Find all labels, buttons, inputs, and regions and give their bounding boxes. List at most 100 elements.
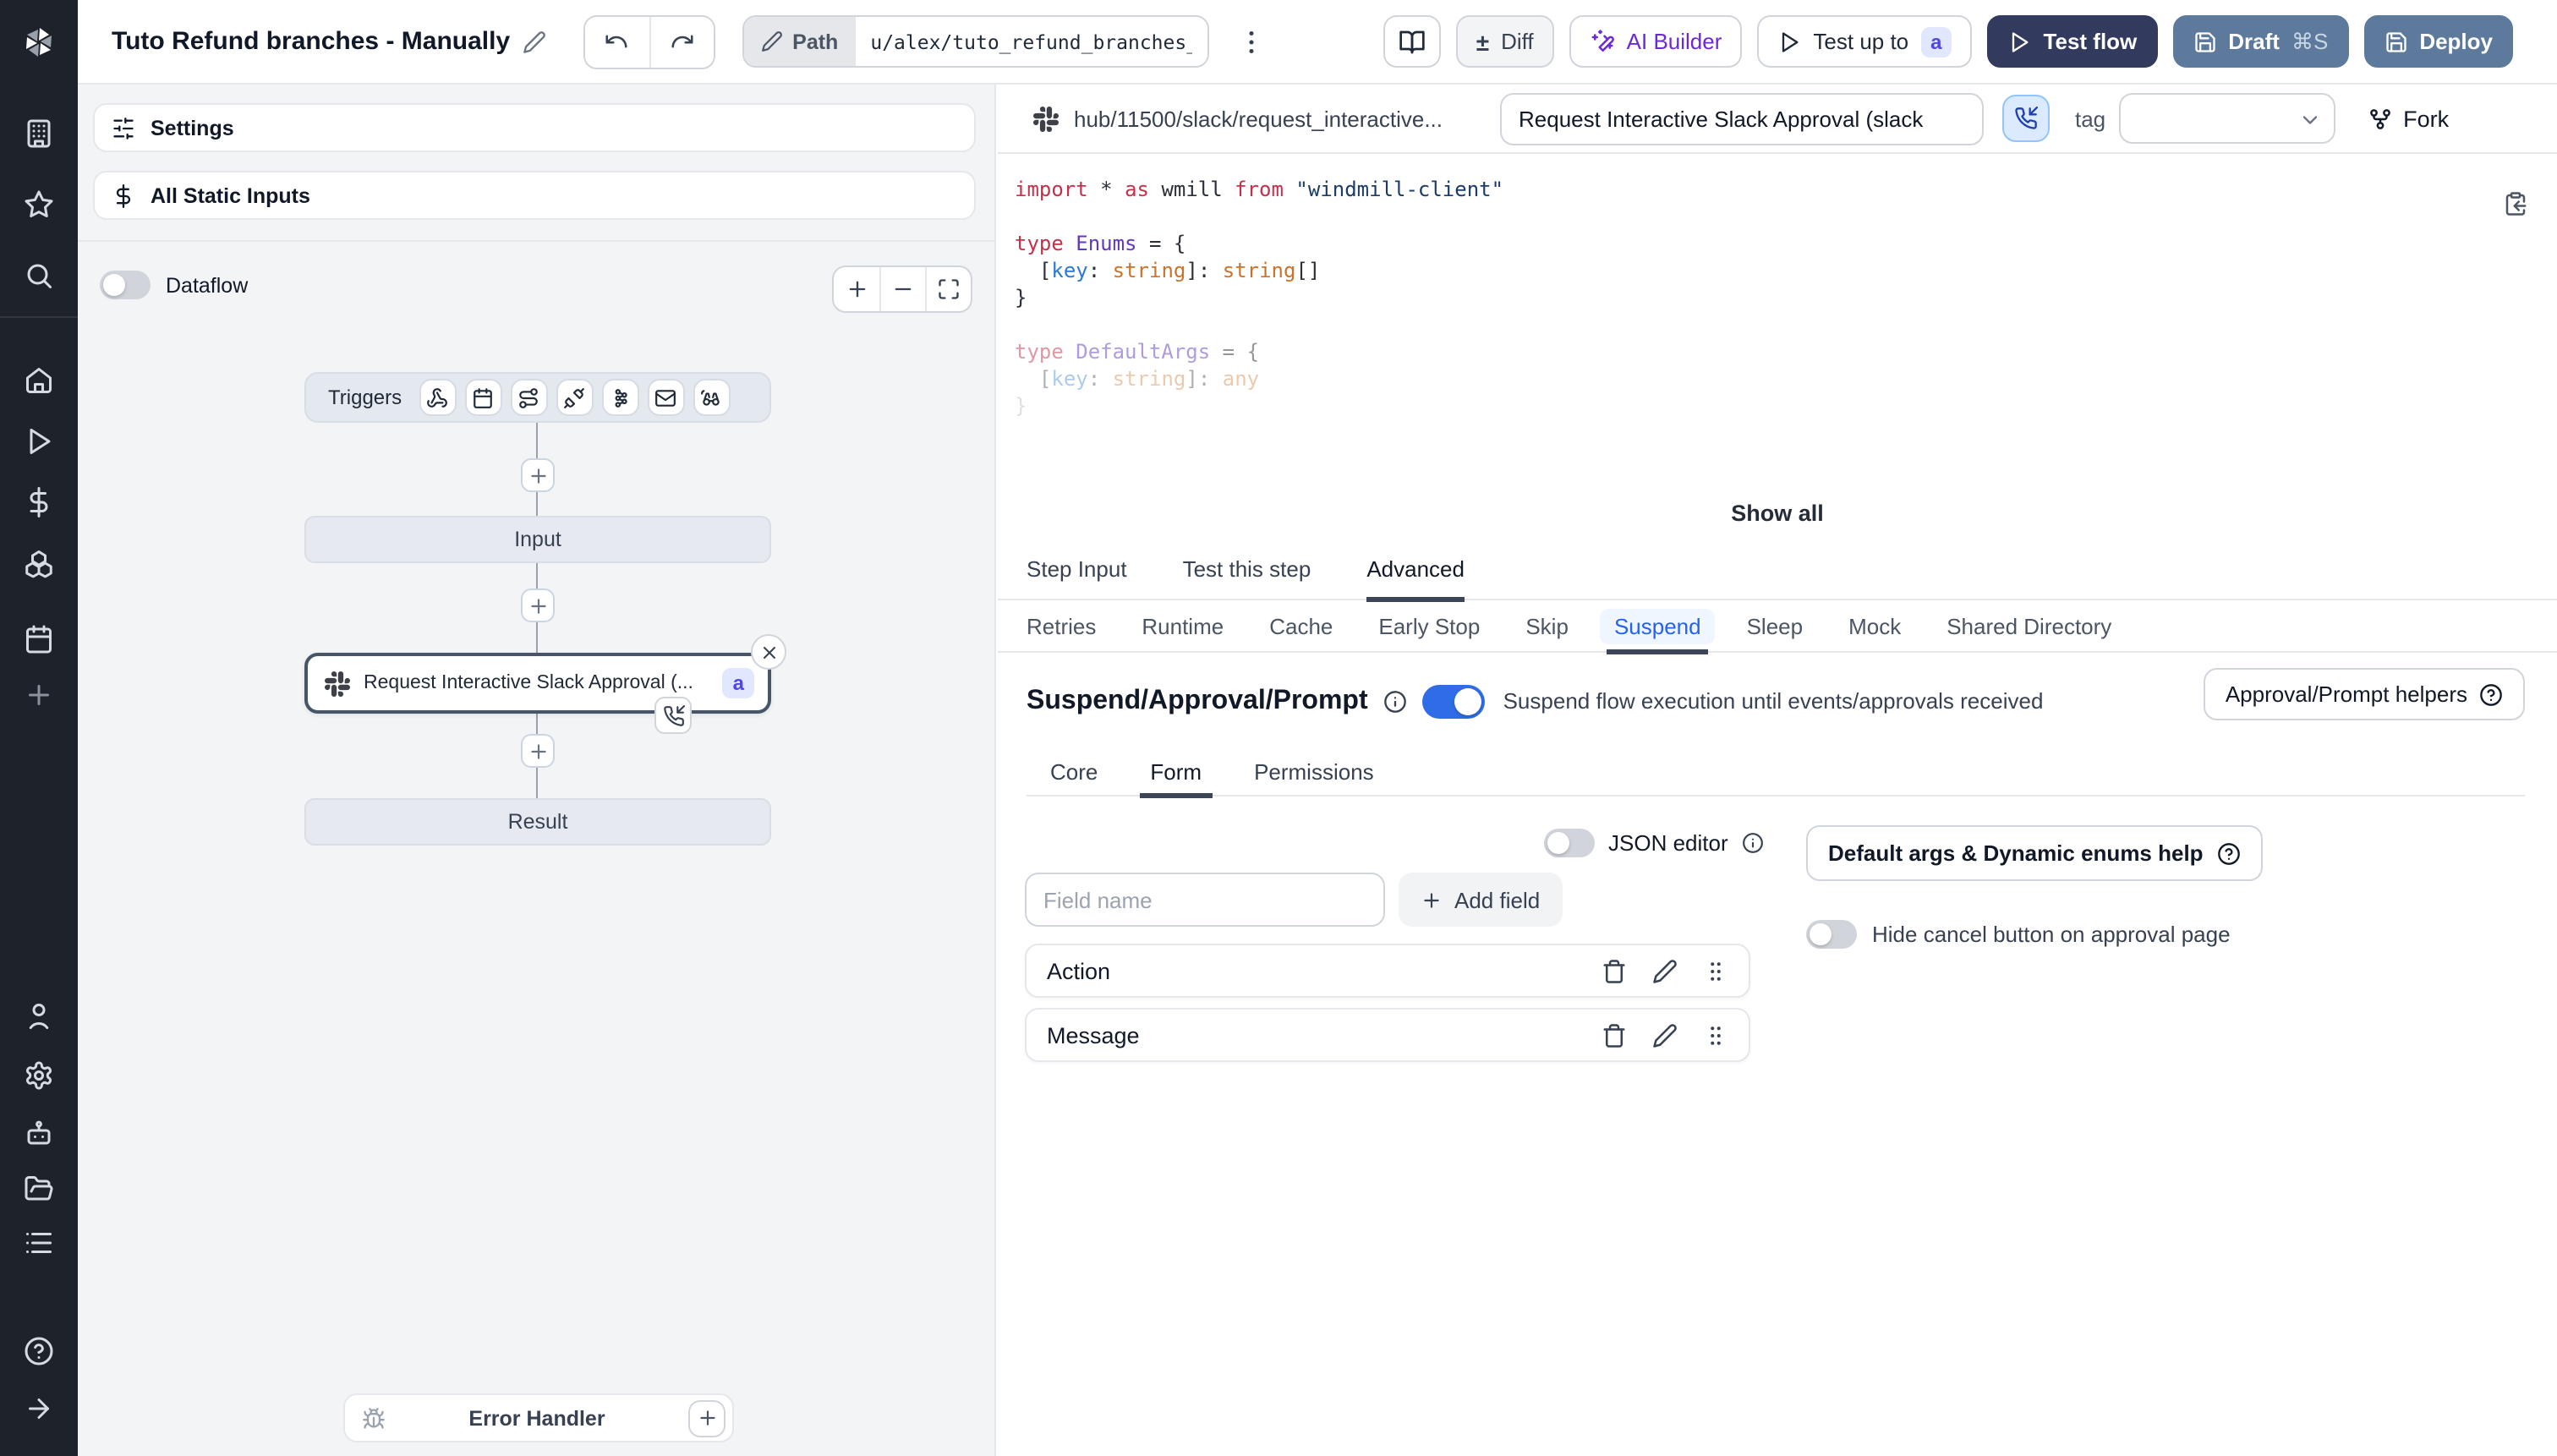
form-field-row[interactable]: Action: [1025, 944, 1750, 998]
suspend-phone-badge[interactable]: [654, 697, 692, 734]
suspend-enable-toggle[interactable]: [1421, 684, 1485, 718]
resources-icon[interactable]: [24, 548, 54, 578]
home-icon[interactable]: [24, 365, 54, 396]
subtab-skip[interactable]: Skip: [1525, 599, 1569, 652]
test-flow-button[interactable]: Test flow: [1987, 15, 2158, 68]
step-tabs: Step Input Test this step Advanced: [998, 537, 2557, 601]
kafka-trigger-icon[interactable]: [601, 379, 639, 416]
add-field-button[interactable]: Add field: [1399, 873, 1563, 927]
code-editor[interactable]: import * as wmill from "windmill-client"…: [998, 154, 2557, 538]
fit-view-button[interactable]: [925, 267, 971, 311]
edit-field-button[interactable]: [1652, 1022, 1678, 1048]
suspend-enabled-phone-button[interactable]: [2002, 95, 2050, 142]
hub-script-path[interactable]: hub/11500/slack/request_interactive...: [1074, 106, 1500, 131]
redo-button[interactable]: [649, 16, 714, 67]
subtab-cache[interactable]: Cache: [1269, 599, 1333, 652]
subtab-runtime[interactable]: Runtime: [1142, 599, 1224, 652]
show-all-button[interactable]: Show all: [998, 501, 2557, 526]
scheduled-poll-trigger-icon[interactable]: [693, 379, 731, 416]
deploy-button[interactable]: Deploy: [2363, 15, 2513, 68]
fork-label: Fork: [2403, 106, 2450, 131]
schedules-icon[interactable]: [24, 624, 54, 654]
error-handler-node[interactable]: Error Handler: [343, 1393, 734, 1442]
insert-step-button[interactable]: [521, 458, 555, 492]
edit-title-pencil-icon[interactable]: [522, 30, 545, 53]
subtab-sleep[interactable]: Sleep: [1747, 599, 1804, 652]
tab-core[interactable]: Core: [1050, 747, 1098, 796]
diff-button[interactable]: ± Diff: [1455, 15, 1554, 68]
tab-permissions[interactable]: Permissions: [1254, 747, 1374, 796]
http-route-trigger-icon[interactable]: [510, 379, 548, 416]
users-icon[interactable]: [24, 1001, 54, 1032]
settings-gear-icon[interactable]: [24, 1060, 54, 1091]
tab-step-input[interactable]: Step Input: [1027, 537, 1127, 599]
flow-settings-button[interactable]: Settings: [93, 103, 976, 152]
step-name-input[interactable]: [1500, 92, 1984, 145]
form-field-row[interactable]: Message: [1025, 1008, 1750, 1062]
insert-step-button[interactable]: [521, 588, 555, 622]
subtab-shared-directory[interactable]: Shared Directory: [1946, 599, 2111, 652]
edit-field-button[interactable]: [1652, 958, 1678, 983]
add-error-handler-button[interactable]: [688, 1399, 725, 1437]
flow-panel-separator: [78, 240, 994, 242]
docs-button[interactable]: [1383, 15, 1441, 68]
tab-test-this-step[interactable]: Test this step: [1183, 537, 1311, 599]
undo-button[interactable]: [584, 16, 649, 67]
draft-button[interactable]: Draft ⌘S: [2172, 15, 2349, 68]
tag-select[interactable]: [2119, 93, 2336, 144]
zoom-in-button[interactable]: [834, 267, 879, 311]
hide-cancel-toggle[interactable]: [1806, 920, 1857, 949]
info-icon[interactable]: [1742, 832, 1764, 854]
variables-icon[interactable]: [24, 487, 54, 517]
field-name: Action: [1047, 958, 1111, 983]
drag-handle[interactable]: [1703, 1022, 1728, 1048]
field-name-input[interactable]: [1025, 873, 1385, 927]
windmill-logo-icon[interactable]: [19, 22, 59, 63]
runs-icon[interactable]: [24, 426, 54, 457]
result-node[interactable]: Result: [304, 798, 771, 846]
subtab-retries[interactable]: Retries: [1027, 599, 1096, 652]
more-options-kebab-icon[interactable]: [1235, 26, 1266, 57]
expand-sidebar-arrow-icon[interactable]: [24, 1393, 54, 1424]
add-menu-icon[interactable]: [24, 680, 54, 710]
json-editor-toggle[interactable]: [1544, 829, 1595, 857]
info-icon[interactable]: [1383, 689, 1407, 713]
fork-button[interactable]: Fork: [2368, 106, 2449, 131]
workers-robot-icon[interactable]: [24, 1118, 54, 1148]
insert-step-button[interactable]: [521, 734, 555, 768]
zoom-out-button[interactable]: [879, 267, 925, 311]
webhook-trigger-icon[interactable]: [419, 379, 457, 416]
subtab-suspend[interactable]: Suspend: [1600, 599, 1715, 654]
all-static-inputs-button[interactable]: All Static Inputs: [93, 171, 976, 220]
ai-builder-button[interactable]: AI Builder: [1569, 15, 1743, 68]
delete-field-button[interactable]: [1602, 1022, 1627, 1048]
subtab-early-stop[interactable]: Early Stop: [1378, 599, 1480, 652]
delete-field-button[interactable]: [1602, 958, 1627, 983]
path-edit-button[interactable]: Path: [743, 17, 856, 66]
remove-step-button[interactable]: [751, 634, 786, 670]
triggers-node[interactable]: Triggers: [304, 372, 771, 423]
dataflow-toggle[interactable]: [100, 271, 151, 299]
logs-list-icon[interactable]: [24, 1228, 54, 1258]
drag-handle[interactable]: [1703, 958, 1728, 983]
workspace-icon[interactable]: [24, 118, 54, 149]
search-icon[interactable]: [24, 260, 54, 291]
approval-prompt-helpers-button[interactable]: Approval/Prompt helpers: [2203, 668, 2525, 720]
websocket-trigger-icon[interactable]: [556, 379, 594, 416]
email-trigger-icon[interactable]: [647, 379, 685, 416]
slack-approval-step-node[interactable]: Request Interactive Slack Approval (... …: [304, 653, 771, 714]
tab-advanced[interactable]: Advanced: [1366, 537, 1465, 601]
schedule-trigger-icon[interactable]: [464, 379, 502, 416]
default-args-help-button[interactable]: Default args & Dynamic enums help: [1806, 825, 2263, 881]
save-icon: [2194, 31, 2215, 52]
favorites-star-icon[interactable]: [24, 189, 54, 220]
folders-icon[interactable]: [24, 1174, 54, 1204]
copy-code-button[interactable]: [2503, 191, 2528, 216]
path-input[interactable]: [855, 17, 1207, 66]
save-icon: [2385, 31, 2406, 52]
test-up-to-button[interactable]: Test up to a: [1757, 15, 1973, 68]
help-icon[interactable]: [24, 1336, 54, 1366]
tab-form[interactable]: Form: [1140, 747, 1213, 797]
input-node[interactable]: Input: [304, 516, 771, 563]
subtab-mock[interactable]: Mock: [1848, 599, 1901, 652]
